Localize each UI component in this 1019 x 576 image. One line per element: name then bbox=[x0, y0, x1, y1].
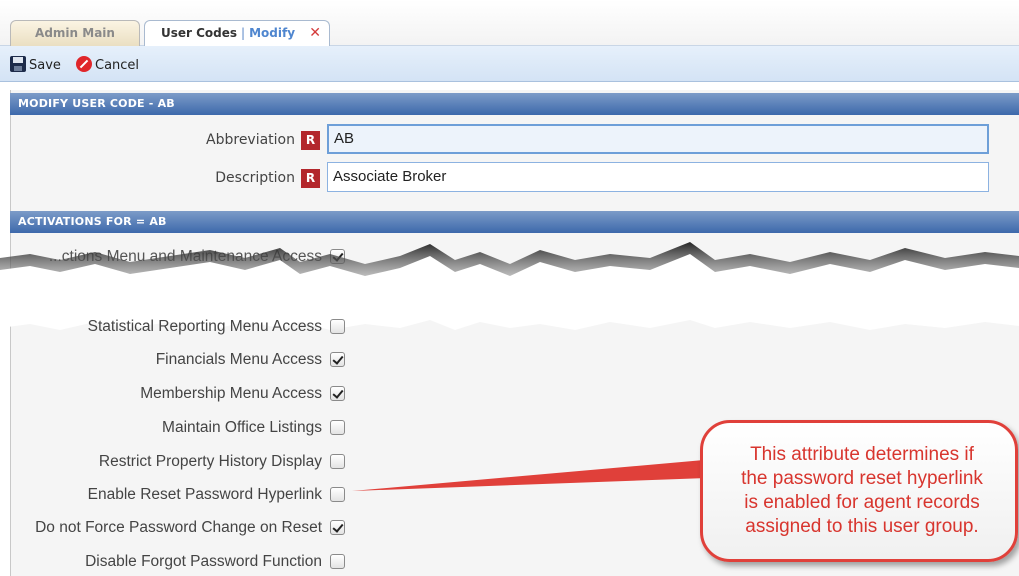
tab-admin-main-label: Admin Main bbox=[35, 26, 115, 40]
callout-text: This attribute determines if the passwor… bbox=[703, 443, 1019, 539]
activation-checkbox[interactable] bbox=[330, 420, 345, 435]
close-icon[interactable]: ✕ bbox=[309, 21, 321, 45]
activation-label: Disable Forgot Password Function bbox=[85, 553, 322, 570]
save-button[interactable]: Save bbox=[10, 56, 61, 74]
tab-user-codes-sub: Modify bbox=[249, 26, 296, 40]
activation-checkbox[interactable] bbox=[330, 386, 345, 401]
floppy-disk-icon bbox=[10, 56, 26, 72]
tab-user-codes[interactable]: User Codes | Modify ✕ bbox=[144, 20, 330, 47]
activation-checkbox[interactable] bbox=[330, 319, 345, 334]
activation-label: Restrict Property History Display bbox=[98, 453, 322, 470]
activation-row-reset-password: Enable Reset Password Hyperlink bbox=[0, 484, 360, 506]
required-badge: R bbox=[301, 169, 320, 188]
activation-row-property-history: Restrict Property History Display bbox=[0, 451, 360, 473]
callout-bubble: This attribute determines if the passwor… bbox=[700, 420, 1018, 562]
save-label: Save bbox=[29, 58, 61, 73]
tab-bar: Admin Main User Codes | Modify ✕ bbox=[0, 0, 1019, 47]
description-label: Description bbox=[215, 170, 295, 186]
activation-row-office-listings: Maintain Office Listings bbox=[0, 417, 360, 439]
activation-row-force-password: Do not Force Password Change on Reset bbox=[0, 517, 360, 539]
callout-line: the password reset hyperlink bbox=[741, 468, 983, 489]
description-input[interactable]: Associate Broker bbox=[327, 162, 989, 192]
activation-checkbox[interactable] bbox=[330, 520, 345, 535]
callout-line: is enabled for agent records bbox=[744, 492, 980, 513]
activation-label: Maintain Office Listings bbox=[162, 419, 322, 436]
enable-reset-password-checkbox[interactable] bbox=[330, 487, 345, 502]
toolbar: Save Cancel bbox=[0, 46, 1019, 82]
tab-admin-main[interactable]: Admin Main bbox=[10, 20, 140, 46]
cancel-label: Cancel bbox=[95, 58, 140, 73]
activation-checkbox[interactable] bbox=[330, 352, 345, 367]
callout-line: assigned to this user group. bbox=[745, 516, 979, 537]
activation-label: Enable Reset Password Hyperlink bbox=[87, 486, 322, 503]
tab-separator: | bbox=[241, 26, 246, 40]
activation-row-financials: Financials Menu Access bbox=[0, 349, 360, 371]
activation-label: Statistical Reporting Menu Access bbox=[87, 318, 322, 335]
tab-user-codes-label: User Codes bbox=[161, 26, 238, 40]
required-badge: R bbox=[301, 131, 320, 150]
callout-line: This attribute determines if bbox=[750, 444, 974, 465]
activation-row-membership: Membership Menu Access bbox=[0, 383, 360, 405]
activations-section-header: ACTIVATIONS FOR = AB bbox=[10, 211, 1019, 233]
cancel-circle-icon bbox=[76, 56, 92, 72]
cancel-button[interactable]: Cancel bbox=[76, 56, 139, 74]
activation-label: Membership Menu Access bbox=[140, 385, 322, 402]
activation-row-forgot-password: Disable Forgot Password Function bbox=[0, 551, 360, 573]
activation-row-statistical: Statistical Reporting Menu Access bbox=[0, 316, 360, 338]
modify-section-header: MODIFY USER CODE - AB bbox=[10, 93, 1019, 115]
activation-label: Financials Menu Access bbox=[155, 351, 322, 368]
activation-checkbox[interactable] bbox=[330, 454, 345, 469]
activation-label: Do not Force Password Change on Reset bbox=[35, 519, 322, 536]
activation-checkbox[interactable] bbox=[330, 554, 345, 569]
abbreviation-input[interactable]: AB bbox=[327, 124, 989, 154]
abbreviation-label: Abbreviation bbox=[206, 132, 295, 148]
